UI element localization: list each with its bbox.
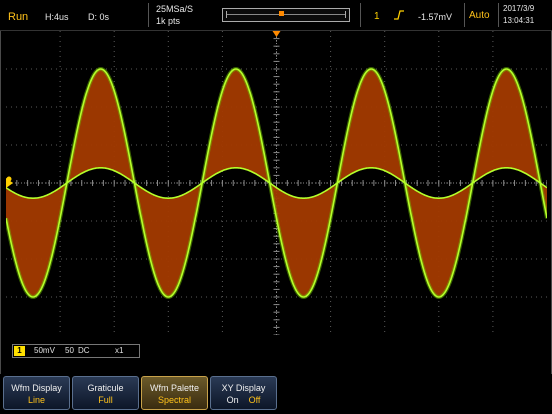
xy-display-button[interactable]: XY Display On Off [210,376,277,410]
softkey-title: Wfm Display [11,383,62,393]
record-length: 1k pts [156,16,181,26]
trigger-mode[interactable]: Auto [469,10,490,21]
volts-per-division: 50mV [34,346,55,355]
waveform-display[interactable] [6,31,547,335]
trigger-source[interactable]: 1 [374,11,380,22]
trigger-position-marker [272,31,281,37]
divider [360,3,361,27]
divider [498,3,499,27]
xy-off-option[interactable]: Off [249,395,261,405]
trigger-position-marker[interactable] [279,11,284,16]
wfm-palette-button[interactable]: Wfm Palette Spectral [141,376,208,410]
channel-number-badge: 1 [14,346,25,356]
channel-1-scale[interactable]: 1 50mV 50 DC x1 [12,344,140,358]
softkey-title: XY Display [221,383,266,393]
status-bar: Run H:4us D: 0s 25MSa/S 1k pts 1 -1.57mV… [0,0,552,31]
date-display: 2017/3/9 [503,4,535,13]
horizontal-delay[interactable]: D: 0s [88,12,109,22]
sample-rate: 25MSa/S [156,4,194,14]
coupling-mode: DC [78,346,90,355]
softkey-title: Graticule [87,383,124,393]
track-left-bound [226,11,227,18]
channel-1-level-marker [6,176,12,182]
run-stop-status[interactable]: Run [8,11,28,23]
trigger-track [227,14,345,15]
track-right-bound [345,11,346,18]
rising-edge-icon [394,10,404,20]
wfm-display-button[interactable]: Wfm Display Line [3,376,70,410]
probe-attenuation: x1 [115,346,124,355]
time-display: 13:04:31 [503,16,535,25]
graticule [6,31,547,335]
input-impedance: 50 [65,346,74,355]
trigger-level[interactable]: -1.57mV [418,12,452,22]
divider [148,3,149,27]
divider [464,3,465,27]
graticule-button[interactable]: Graticule Full [72,376,139,410]
softkey-value: Spectral [157,395,192,405]
softkey-value: Line [27,395,45,405]
softkey-menu: Wfm Display Line Graticule Full Wfm Pale… [0,374,552,414]
softkey-value: On Off [211,395,276,405]
horizontal-scale[interactable]: H:4us [45,12,69,22]
softkey-title: Wfm Palette [149,383,199,393]
xy-on-option[interactable]: On [227,395,239,405]
trigger-position-bar[interactable] [222,8,350,22]
softkey-value: Full [98,395,113,405]
